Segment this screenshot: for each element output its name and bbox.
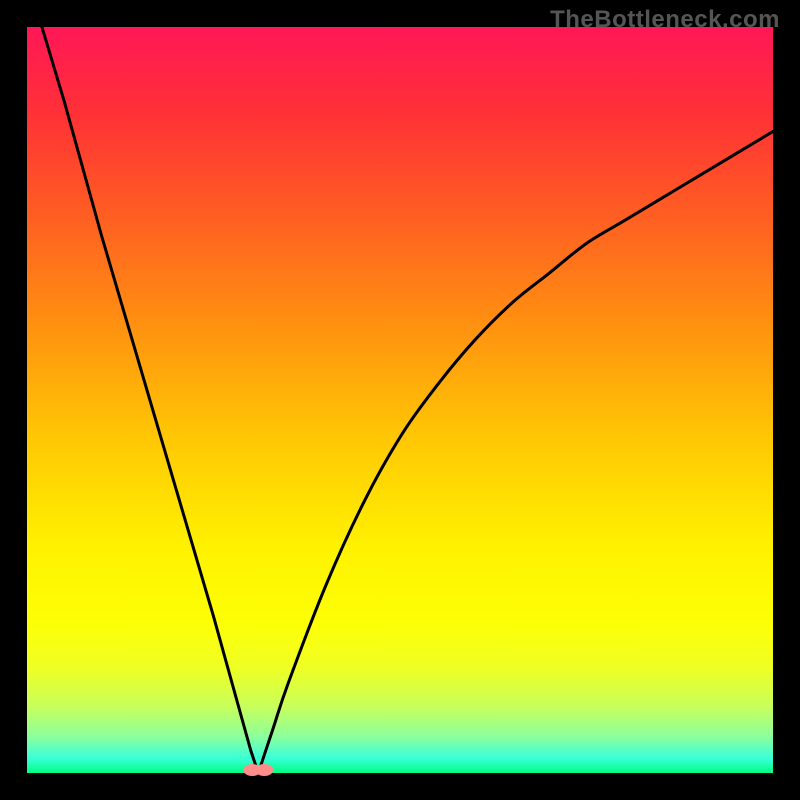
plot-background — [27, 27, 773, 773]
minimum-marker — [243, 764, 273, 776]
bottleneck-chart — [0, 0, 800, 800]
watermark-text: TheBottleneck.com — [550, 6, 780, 34]
chart-container: TheBottleneck.com — [0, 0, 800, 800]
